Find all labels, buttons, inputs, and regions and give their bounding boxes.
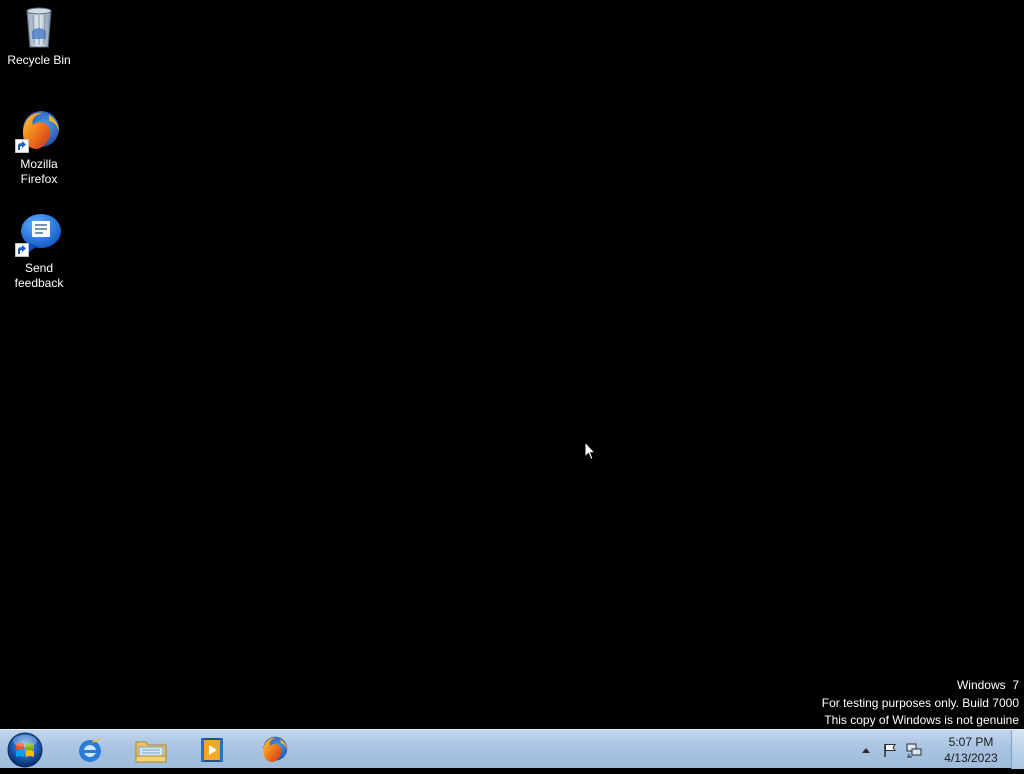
system-tray: 5:07 PM 4/13/2023: [854, 730, 1006, 769]
network-icon[interactable]: [906, 742, 922, 758]
internet-explorer-icon: [78, 737, 102, 762]
desktop-icon-send-feedback[interactable]: Send feedback: [2, 211, 76, 291]
windows-watermark: Windows 7 For testing purposes only. Bui…: [822, 677, 1019, 730]
clock-time: 5:07 PM: [948, 734, 994, 749]
clock-date: 4/13/2023: [944, 750, 998, 765]
media-player-icon: [201, 737, 223, 762]
feedback-icon: [15, 211, 63, 259]
desktop-icon-firefox[interactable]: Mozilla Firefox: [2, 107, 76, 187]
start-orb-icon: [7, 732, 43, 768]
taskbar-windows-explorer[interactable]: [122, 732, 180, 767]
windows-explorer-icon: [135, 741, 167, 762]
start-button[interactable]: [5, 731, 45, 769]
shortcut-arrow-icon: [15, 243, 29, 257]
watermark-build: For testing purposes only. Build 7000: [821, 695, 1019, 710]
desktop[interactable]: Recycle Bin Mozilla Firefox Send feedbac…: [0, 0, 1024, 729]
action-center-flag-icon[interactable]: [882, 742, 898, 758]
desktop-icon-label-line1: Send: [24, 261, 54, 275]
mouse-cursor-icon: [584, 441, 596, 461]
recycle-bin-icon: [15, 3, 63, 51]
watermark-title: Windows 7: [956, 678, 1019, 692]
taskbar-media-player[interactable]: [183, 732, 241, 767]
taskbar: 5:07 PM 4/13/2023: [0, 729, 1024, 769]
taskbar-internet-explorer[interactable]: [61, 732, 119, 767]
taskbar-firefox[interactable]: [245, 732, 303, 767]
desktop-icon-recycle-bin[interactable]: Recycle Bin: [2, 3, 76, 68]
firefox-icon: [263, 736, 288, 762]
show-hidden-icons-arrow[interactable]: [858, 742, 874, 758]
desktop-icon-label-line2: feedback: [14, 276, 64, 290]
firefox-icon: [15, 107, 63, 155]
clock[interactable]: 5:07 PM 4/13/2023: [936, 734, 1006, 766]
desktop-icon-label: Recycle Bin: [7, 53, 71, 67]
desktop-icon-label-line1: Mozilla: [20, 157, 58, 171]
shortcut-arrow-icon: [15, 139, 29, 153]
watermark-genuine: This copy of Windows is not genuine: [824, 713, 1019, 727]
show-desktop-button[interactable]: [1011, 730, 1024, 769]
desktop-icon-label-line2: Firefox: [20, 172, 58, 186]
